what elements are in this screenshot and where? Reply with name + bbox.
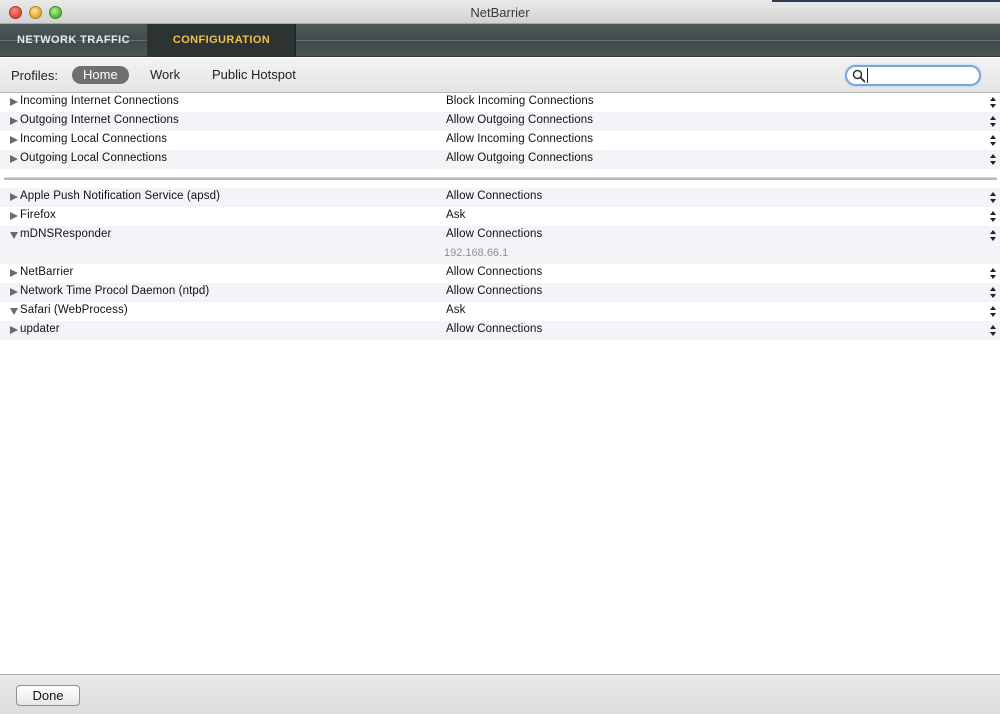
app-name: Network Time Procol Daemon (ntpd) [20, 285, 210, 297]
rule-action-select[interactable]: Allow Connections [446, 228, 542, 240]
rule-action-select[interactable]: Ask [446, 304, 465, 316]
popup-arrows-icon[interactable] [989, 210, 997, 223]
rule-action-select[interactable]: Allow Outgoing Connections [446, 152, 593, 164]
popup-arrows-icon[interactable] [989, 191, 997, 204]
rule-name: Incoming Internet Connections [20, 95, 179, 107]
app-name: NetBarrier [20, 266, 74, 278]
disclosure-triangle-icon[interactable] [9, 116, 19, 126]
disclosure-triangle-icon[interactable] [9, 135, 19, 145]
rule-action-select[interactable]: Allow Connections [446, 323, 542, 335]
disclosure-triangle-icon[interactable] [9, 268, 19, 278]
disclosure-triangle-icon[interactable] [9, 325, 19, 335]
app-row-apsd[interactable]: Apple Push Notification Service (apsd) A… [0, 188, 1000, 207]
rule-action-select[interactable]: Allow Connections [446, 190, 542, 202]
popup-arrows-icon[interactable] [989, 153, 997, 166]
section-divider[interactable] [4, 177, 997, 180]
profiles-bar: Profiles: Home Work Public Hotspot [0, 58, 1000, 93]
application-rules-list: Apple Push Notification Service (apsd) A… [0, 188, 1000, 340]
connection-address: 192.168.66.1 [444, 247, 509, 259]
titlebar-edge [772, 0, 1000, 2]
app-row-ntpd[interactable]: Network Time Procol Daemon (ntpd) Allow … [0, 283, 1000, 302]
rule-name: Outgoing Internet Connections [20, 114, 179, 126]
rule-action-select[interactable]: Allow Connections [446, 266, 542, 278]
rule-row-incoming-local[interactable]: Incoming Local Connections Allow Incomin… [0, 131, 1000, 150]
popup-arrows-icon[interactable] [989, 134, 997, 147]
rule-action-select[interactable]: Allow Outgoing Connections [446, 114, 593, 126]
app-row-firefox[interactable]: Firefox Ask [0, 207, 1000, 226]
profile-work[interactable]: Work [139, 66, 191, 84]
general-rules-list: Incoming Internet Connections Block Inco… [0, 93, 1000, 169]
tab-network-traffic[interactable]: NETWORK TRAFFIC [0, 24, 148, 57]
rule-name: Incoming Local Connections [20, 133, 168, 145]
search-field[interactable] [845, 65, 981, 86]
app-name: mDNSResponder [20, 228, 112, 240]
profile-public-hotspot[interactable]: Public Hotspot [201, 66, 307, 84]
popup-arrows-icon[interactable] [989, 324, 997, 337]
profile-home[interactable]: Home [72, 66, 129, 84]
bottom-bar: Done [0, 674, 1000, 714]
rule-action-select[interactable]: Ask [446, 209, 465, 221]
search-input[interactable] [867, 68, 975, 83]
rule-action-select[interactable]: Allow Connections [446, 285, 542, 297]
app-name: Apple Push Notification Service (apsd) [20, 190, 221, 202]
app-name: updater [20, 323, 60, 335]
app-row-safari[interactable]: Safari (WebProcess) Ask [0, 302, 1000, 321]
disclosure-triangle-icon[interactable] [9, 287, 19, 297]
popup-arrows-icon[interactable] [989, 115, 997, 128]
disclosure-triangle-icon[interactable] [9, 192, 19, 202]
disclosure-triangle-expanded-icon[interactable] [9, 306, 19, 316]
rule-action-select[interactable]: Allow Incoming Connections [446, 133, 593, 145]
rule-name: Outgoing Local Connections [20, 152, 168, 164]
disclosure-triangle-icon[interactable] [9, 97, 19, 107]
rule-action-select[interactable]: Block Incoming Connections [446, 95, 594, 107]
rule-row-outgoing-internet[interactable]: Outgoing Internet Connections Allow Outg… [0, 112, 1000, 131]
disclosure-triangle-icon[interactable] [9, 154, 19, 164]
disclosure-triangle-expanded-icon[interactable] [9, 230, 19, 240]
popup-arrows-icon[interactable] [989, 267, 997, 280]
popup-arrows-icon[interactable] [989, 286, 997, 299]
popup-arrows-icon[interactable] [989, 305, 997, 318]
search-icon [852, 69, 866, 83]
app-subrow-address: 192.168.66.1 [0, 245, 1000, 264]
title-bar: NetBarrier [0, 0, 1000, 24]
rule-row-outgoing-local[interactable]: Outgoing Local Connections Allow Outgoin… [0, 150, 1000, 169]
popup-arrows-icon[interactable] [989, 96, 997, 109]
window-title: NetBarrier [470, 5, 530, 20]
tab-configuration[interactable]: CONFIGURATION [148, 24, 296, 57]
popup-arrows-icon[interactable] [989, 229, 997, 242]
rule-row-incoming-internet[interactable]: Incoming Internet Connections Block Inco… [0, 93, 1000, 112]
tab-bar: NETWORK TRAFFIC CONFIGURATION [0, 24, 1000, 57]
app-name: Firefox [20, 209, 56, 221]
netbarrier-window: NetBarrier NETWORK TRAFFIC CONFIGURATION… [0, 0, 1000, 714]
app-row-netbarrier[interactable]: NetBarrier Allow Connections [0, 264, 1000, 283]
disclosure-triangle-icon[interactable] [9, 211, 19, 221]
done-button[interactable]: Done [16, 685, 80, 706]
app-row-updater[interactable]: updater Allow Connections [0, 321, 1000, 340]
app-row-mdnsresponder[interactable]: mDNSResponder Allow Connections [0, 226, 1000, 245]
app-name: Safari (WebProcess) [20, 304, 128, 316]
profiles-label: Profiles: [11, 68, 58, 83]
